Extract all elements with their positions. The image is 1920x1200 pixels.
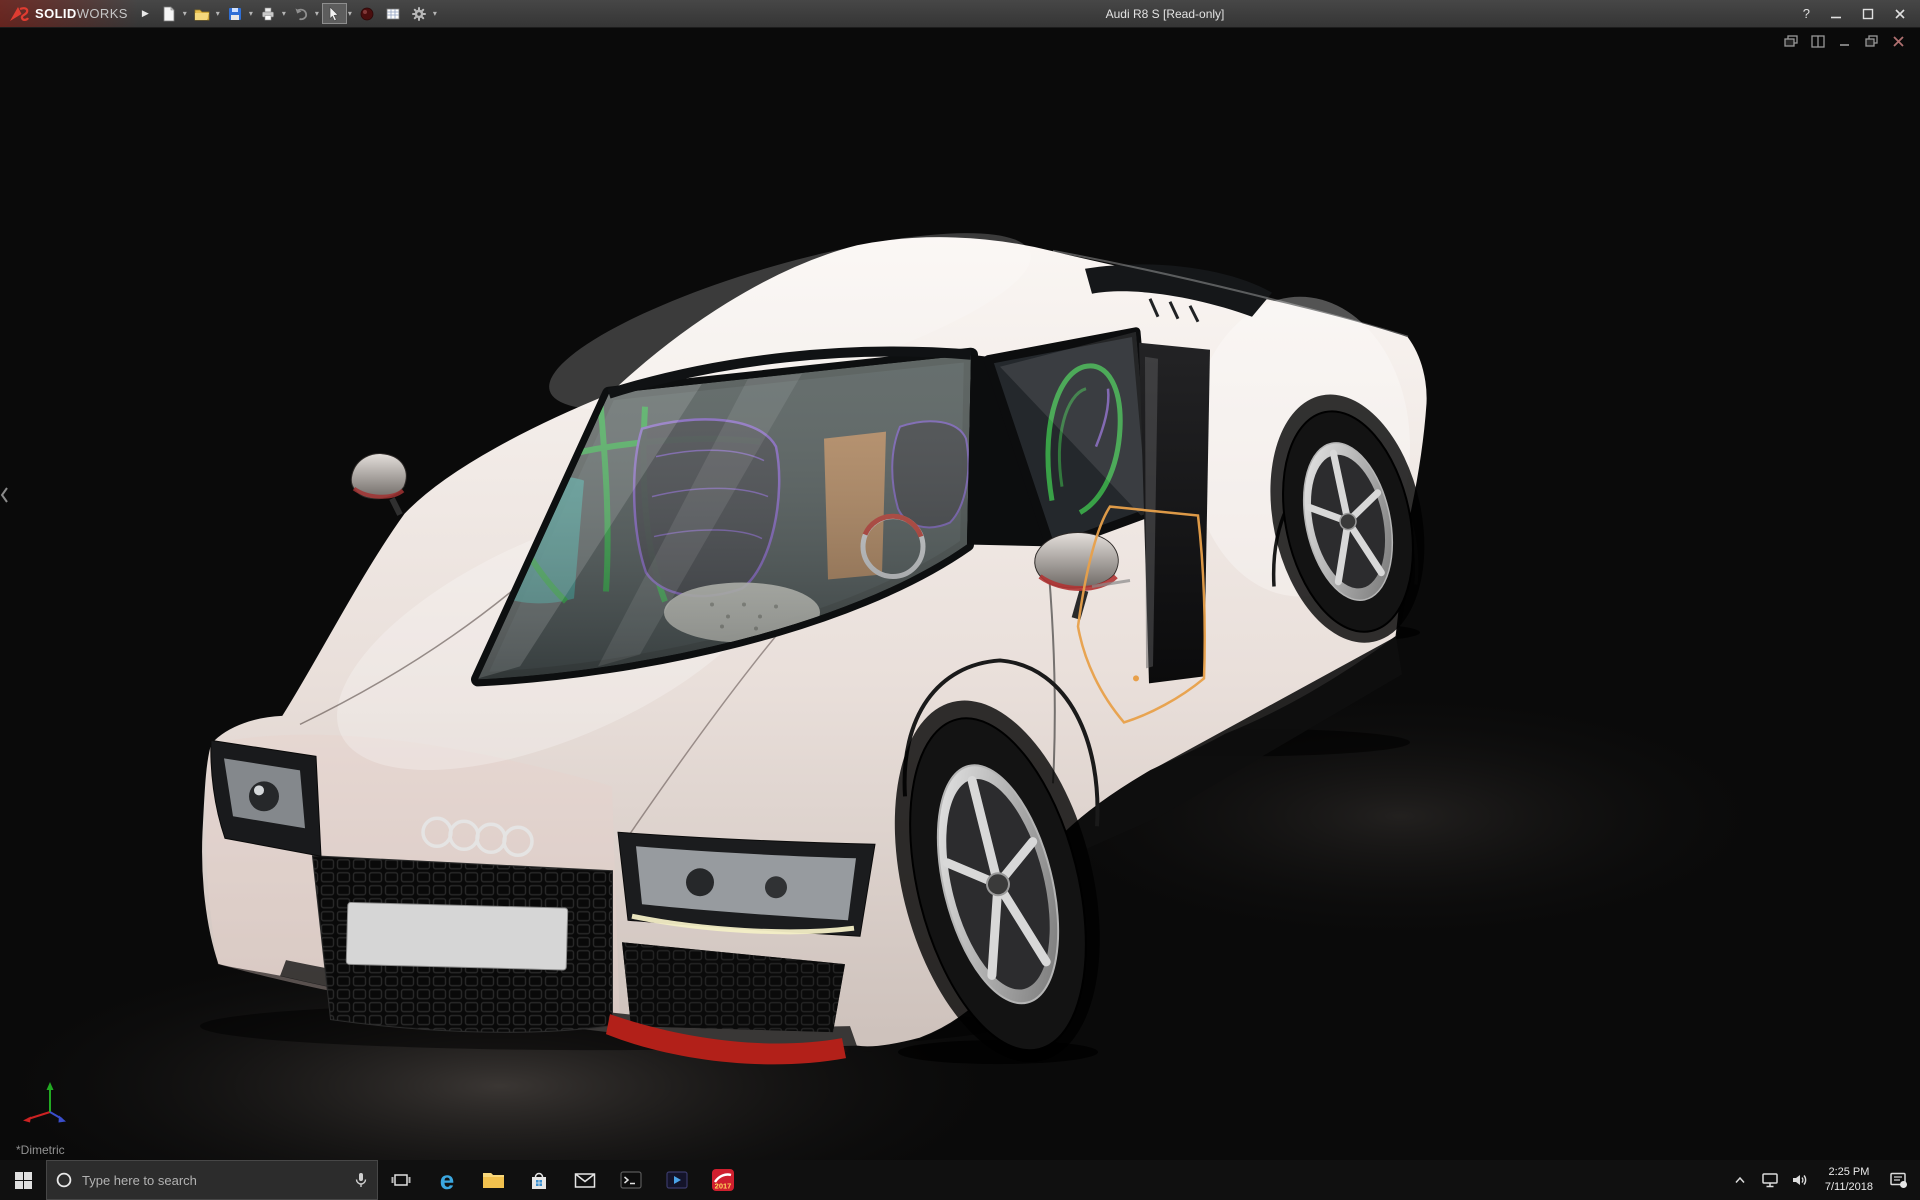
maximize-button[interactable] — [1862, 8, 1874, 20]
media-app-icon — [666, 1171, 688, 1189]
title-bar: SOLIDWORKS ▶ ▾ ▾ ▾ ▾ ▾ ▾ ▾ Audi R8 S [Re… — [0, 0, 1920, 28]
brand-solid: SOLID — [35, 6, 77, 21]
solidworks-logo-icon — [10, 6, 29, 21]
save-icon — [229, 7, 242, 20]
select-tool-caret[interactable]: ▾ — [348, 9, 352, 18]
brand-works: WORKS — [76, 6, 128, 21]
windows-logo-icon — [14, 1171, 32, 1189]
hidden-icons-button[interactable] — [1725, 1175, 1755, 1185]
orientation-triad — [23, 1082, 66, 1123]
help-button[interactable]: ? — [1803, 7, 1810, 20]
close-document-button[interactable] — [1892, 35, 1906, 51]
undo-caret[interactable]: ▾ — [315, 9, 319, 18]
solidworks-2017-icon: 2017 — [712, 1169, 734, 1191]
open-caret[interactable]: ▾ — [216, 9, 220, 18]
minimize-document-button[interactable] — [1838, 35, 1852, 51]
solidworks-2017-button[interactable]: 2017 — [700, 1160, 746, 1200]
print-button[interactable] — [256, 3, 281, 24]
model-audi-r8-canvas[interactable] — [0, 27, 1920, 1160]
view-orientation-button[interactable] — [355, 3, 380, 24]
window-controls: ? — [1803, 7, 1920, 20]
restore-document-button[interactable] — [1865, 35, 1879, 51]
open-button[interactable] — [190, 3, 215, 24]
undo-button[interactable] — [289, 3, 314, 24]
search-input[interactable] — [80, 1171, 346, 1189]
solidworks-version-badge: 2017 — [715, 1182, 732, 1191]
solidworks-window: SOLIDWORKS ▶ ▾ ▾ ▾ ▾ ▾ ▾ ▾ Audi R8 S [Re… — [0, 0, 1920, 1200]
network-display-icon — [1762, 1172, 1778, 1187]
open-icon — [194, 9, 210, 20]
taskbar-clock[interactable]: 2:25 PM 7/11/2018 — [1815, 1165, 1883, 1195]
command-prompt-icon — [620, 1171, 642, 1189]
microphone-icon[interactable] — [354, 1172, 368, 1188]
file-explorer-icon — [482, 1173, 504, 1188]
chevron-up-icon — [1735, 1176, 1745, 1183]
store-icon — [532, 1172, 546, 1189]
clock-date: 7/11/2018 — [1824, 1181, 1873, 1193]
restore-document-icon — [1865, 35, 1878, 47]
edge-icon: e — [439, 1165, 455, 1195]
task-view-icon — [391, 1174, 411, 1186]
cascade-windows-icon — [1784, 35, 1798, 47]
system-tray: 2:25 PM 7/11/2018 — [1725, 1160, 1920, 1200]
close-icon — [1895, 8, 1905, 19]
document-window-controls — [1784, 35, 1906, 51]
new-document-button[interactable] — [157, 3, 182, 24]
clock-time: 2:25 PM — [1828, 1166, 1870, 1179]
select-tool-button[interactable] — [321, 3, 347, 24]
tile-windows-icon — [1811, 35, 1825, 48]
solidworks-logo[interactable]: SOLIDWORKS — [0, 0, 138, 27]
graphics-viewport[interactable]: *Dimetric — [0, 27, 1920, 1160]
options-gear-icon — [412, 6, 427, 21]
design-table-icon — [386, 8, 400, 19]
mail-button[interactable] — [562, 1160, 608, 1200]
save-caret[interactable]: ▾ — [249, 9, 253, 18]
maximize-icon — [1862, 8, 1874, 19]
network-button[interactable] — [1755, 1172, 1785, 1189]
taskbar-search[interactable] — [46, 1160, 378, 1200]
minimize-document-icon — [1840, 44, 1849, 46]
close-document-icon — [1893, 36, 1904, 47]
options-button[interactable] — [407, 3, 432, 24]
cortana-icon — [56, 1172, 72, 1188]
media-app-button[interactable] — [654, 1160, 700, 1200]
menu-expand-arrow[interactable]: ▶ — [138, 8, 157, 19]
action-center-icon — [1889, 1172, 1907, 1188]
minimize-icon — [1831, 16, 1841, 18]
print-caret[interactable]: ▾ — [282, 9, 286, 18]
quick-access-toolbar: ▾ ▾ ▾ ▾ ▾ ▾ ▾ — [157, 3, 439, 24]
brand-text: SOLIDWORKS — [35, 6, 128, 21]
save-button[interactable] — [223, 3, 248, 24]
minimize-button[interactable] — [1830, 8, 1842, 20]
store-button[interactable] — [516, 1160, 562, 1200]
chevron-left-icon — [0, 487, 8, 503]
mail-icon — [574, 1173, 596, 1188]
close-button[interactable] — [1894, 8, 1906, 20]
edge-button[interactable]: e — [424, 1160, 470, 1200]
document-title: Audi R8 S [Read-only] — [1105, 6, 1225, 21]
command-prompt-button[interactable] — [608, 1160, 654, 1200]
new-document-caret[interactable]: ▾ — [183, 9, 187, 18]
view-orientation-sphere-icon — [360, 7, 374, 20]
print-icon — [262, 7, 275, 20]
new-document-icon — [163, 5, 176, 21]
windows-taskbar: e — [0, 1160, 1920, 1200]
featuremanager-expand-arrow[interactable] — [0, 482, 10, 511]
volume-icon — [1793, 1175, 1807, 1185]
volume-button[interactable] — [1785, 1172, 1815, 1188]
file-explorer-button[interactable] — [470, 1160, 516, 1200]
tile-windows-button[interactable] — [1811, 35, 1825, 51]
action-center-button[interactable] — [1883, 1171, 1913, 1189]
cascade-windows-button[interactable] — [1784, 35, 1798, 51]
audi-r8-model[interactable] — [202, 197, 1446, 1083]
design-table-button[interactable] — [381, 3, 406, 24]
options-caret[interactable]: ▾ — [433, 9, 437, 18]
orientation-label: *Dimetric — [16, 1143, 65, 1157]
task-view-button[interactable] — [378, 1160, 424, 1200]
start-button[interactable] — [0, 1160, 46, 1200]
undo-icon — [295, 8, 308, 20]
select-arrow-icon — [330, 5, 340, 21]
